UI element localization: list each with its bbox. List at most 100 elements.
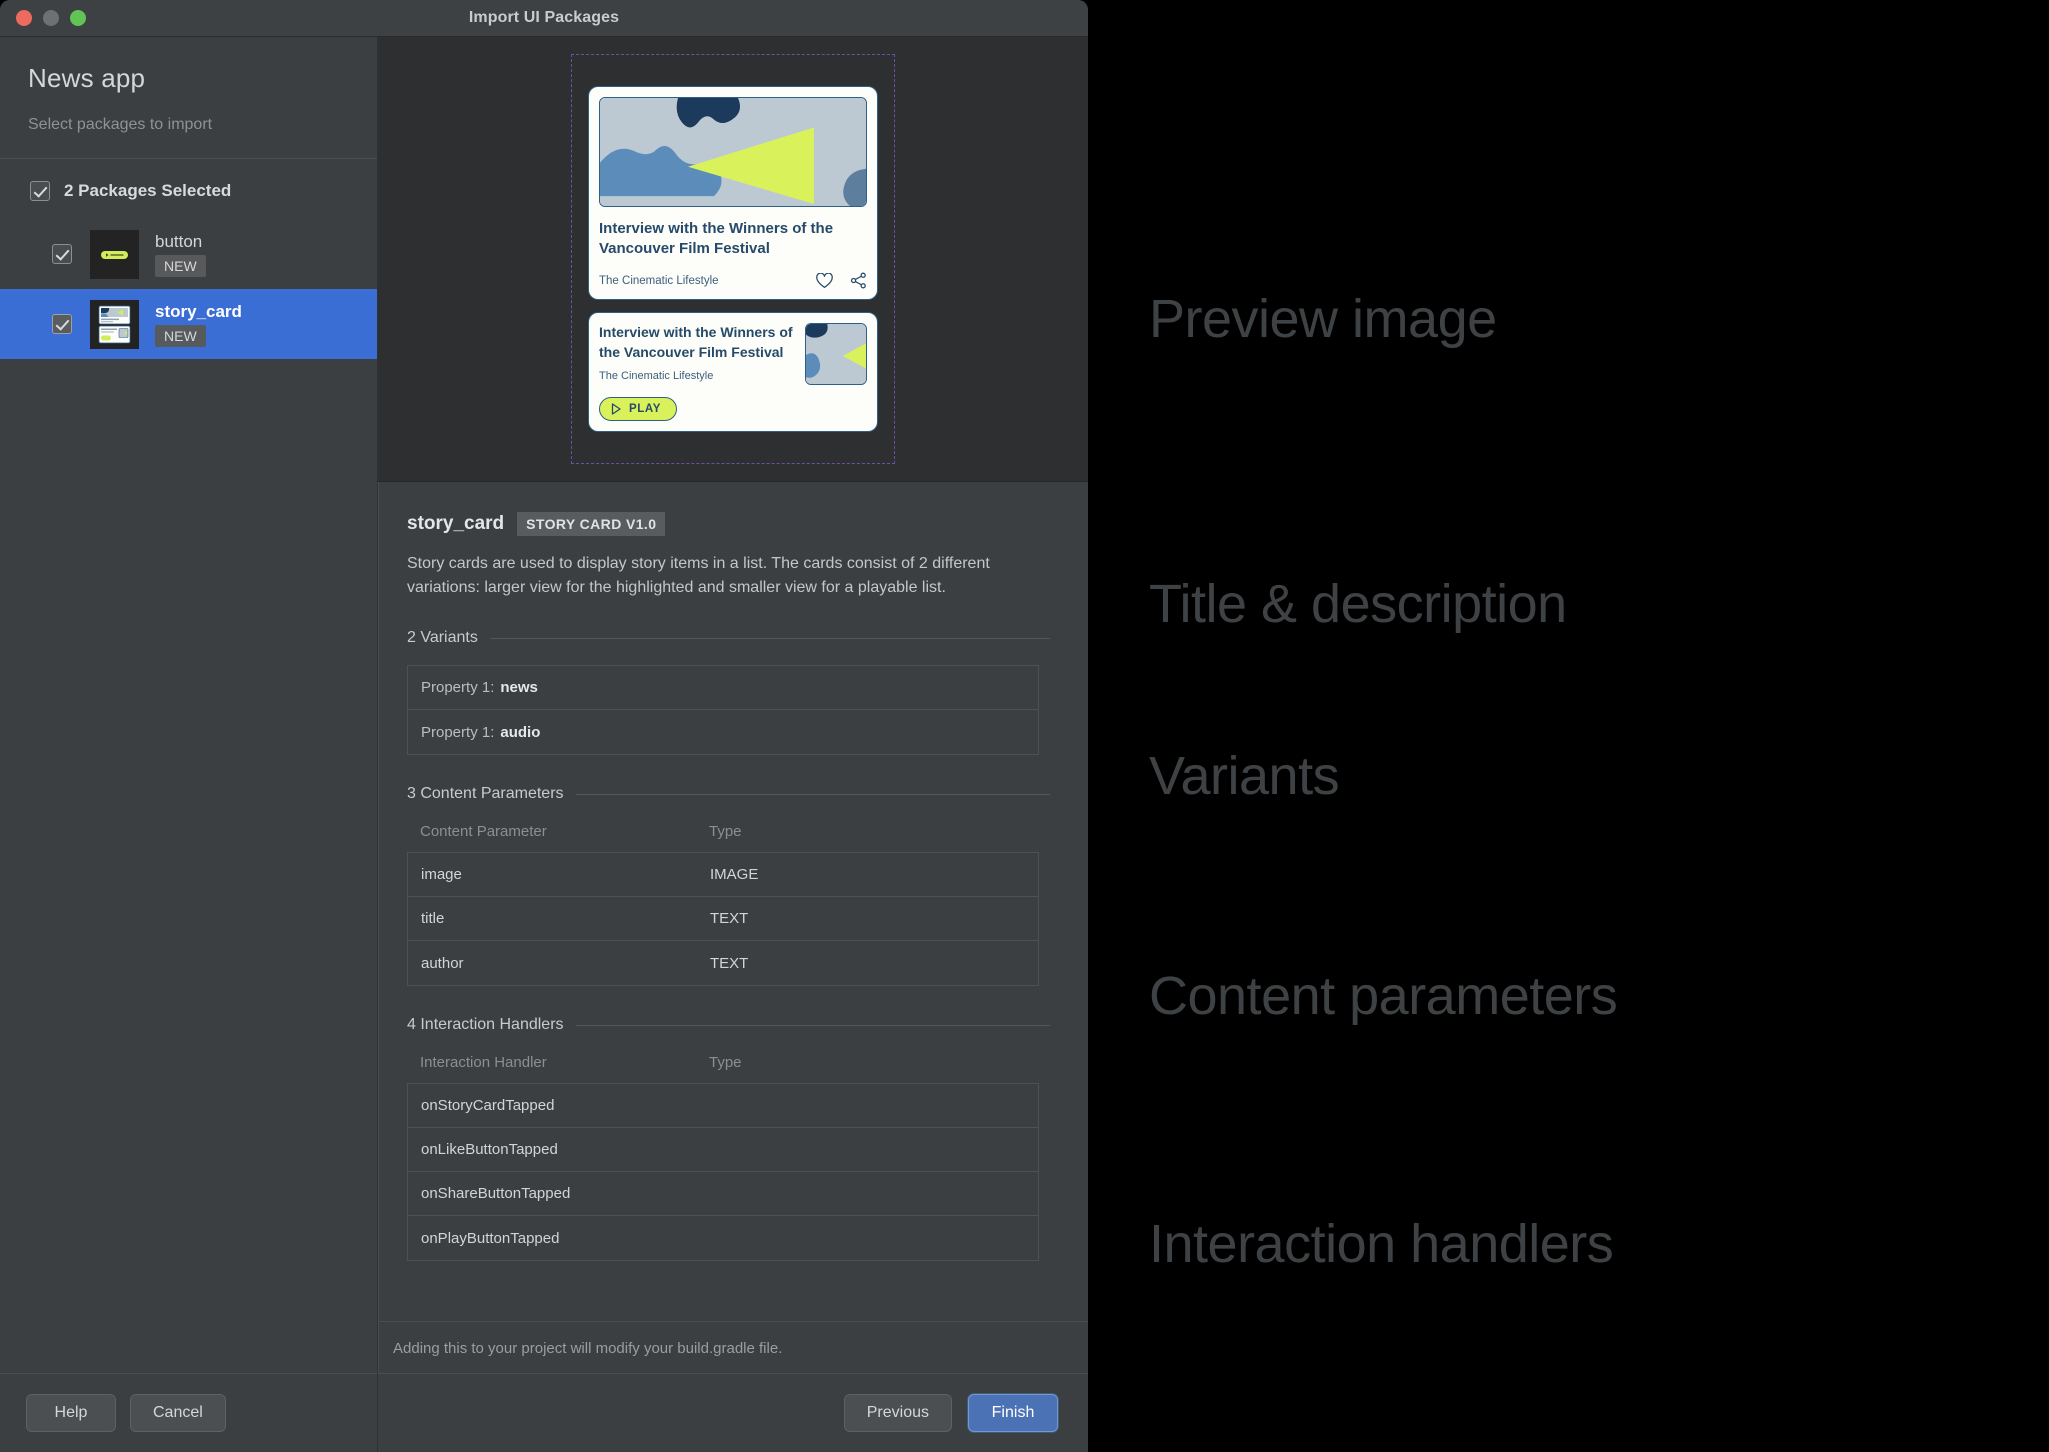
window-body: News app Select packages to import 2 Pac… — [0, 37, 1088, 1452]
details-header: story_card STORY CARD V1.0 — [407, 512, 1050, 536]
interaction-handler-name: onShareButtonTapped — [421, 1185, 571, 1203]
placeholder-landscape-image — [600, 97, 866, 206]
table-row[interactable]: author TEXT — [408, 941, 1038, 985]
variants-rule — [489, 637, 1050, 639]
table-row[interactable]: Property 1: audio — [408, 710, 1038, 754]
preview-card-large-meta: The Cinematic Lifestyle — [599, 272, 867, 289]
content-parameters-heading: 3 Content Parameters — [407, 785, 564, 803]
previous-button[interactable]: Previous — [843, 1394, 952, 1432]
package-name-button: button — [155, 231, 203, 251]
column-header-interaction-handler: Interaction Handler — [420, 1054, 547, 1072]
package-row-story-card[interactable]: story_card NEW — [0, 289, 377, 359]
content-parameter-type: IMAGE — [710, 866, 759, 884]
main-panel: Interview with the Winners of the Vancou… — [378, 37, 1088, 1452]
package-badge-button: NEW — [155, 254, 206, 277]
interaction-handler-name: onStoryCardTapped — [421, 1097, 555, 1115]
sidebar-footer: Help Cancel — [0, 1373, 377, 1452]
finish-button[interactable]: Finish — [968, 1394, 1058, 1432]
gradle-footnote: Adding this to your project will modify … — [379, 1321, 1088, 1373]
table-row[interactable]: Property 1: news — [408, 666, 1038, 711]
share-icon[interactable] — [850, 272, 867, 289]
column-header-type: Type — [709, 823, 742, 841]
interaction-handler-name: onPlayButtonTapped — [421, 1229, 560, 1247]
story-card-thumbnail-icon — [90, 299, 139, 349]
table-row[interactable]: title TEXT — [408, 897, 1038, 942]
preview-card-small-author: The Cinematic Lifestyle — [599, 370, 714, 383]
package-checkbox-story-card[interactable] — [52, 314, 72, 334]
package-checkbox-button[interactable] — [52, 244, 72, 264]
play-icon — [611, 403, 621, 415]
details-version-badge: STORY CARD V1.0 — [517, 512, 666, 536]
annotation-interaction-handlers: Interaction handlers — [1149, 1214, 1614, 1274]
package-badge-story-card: NEW — [155, 324, 206, 347]
column-header-content-parameter: Content Parameter — [420, 823, 547, 841]
package-row-button[interactable]: button NEW — [0, 219, 377, 289]
column-header-type: Type — [709, 1054, 742, 1072]
table-row[interactable]: onStoryCardTapped — [408, 1084, 1038, 1129]
help-button[interactable]: Help — [26, 1394, 116, 1432]
placeholder-square-image — [806, 324, 866, 385]
preview-card-large-image — [599, 96, 867, 207]
content-parameter-name: author — [421, 954, 464, 972]
variant-key: Property 1: — [421, 679, 495, 697]
package-thumbnail-button — [90, 229, 139, 279]
variant-key: Property 1: — [421, 723, 495, 741]
table-row[interactable]: onShareButtonTapped — [408, 1172, 1038, 1217]
table-row[interactable]: onPlayButtonTapped — [408, 1216, 1038, 1260]
content-parameters-section: 3 Content Parameters Content Parameter T… — [407, 785, 1050, 987]
sidebar-subtitle: Select packages to import — [28, 116, 213, 133]
content-parameter-type: TEXT — [710, 954, 749, 972]
content-parameters-table: image IMAGE title TEXT author TEXT — [407, 852, 1039, 987]
app-title: News app — [28, 63, 146, 93]
preview-card-small: Interview with the Winners of the Vancou… — [589, 313, 877, 432]
details-pane: story_card STORY CARD V1.0 Story cards a… — [378, 482, 1088, 1373]
interaction-handlers-section-header: 4 Interaction Handlers — [407, 1016, 1050, 1034]
screenshot-root: Import UI Packages News app Select packa… — [0, 0, 2049, 1452]
content-parameters-column-headers: Content Parameter Type — [407, 823, 1039, 852]
button-thumbnail-icon — [90, 229, 139, 279]
details-description: Story cards are used to display story it… — [407, 555, 990, 596]
packages-selected-header[interactable]: 2 Packages Selected — [0, 159, 377, 219]
variants-table: Property 1: news Property 1: audio — [407, 665, 1039, 756]
preview-pane: Interview with the Winners of the Vancou… — [378, 37, 1088, 482]
interaction-handlers-heading: 4 Interaction Handlers — [407, 1016, 564, 1034]
interaction-handlers-section: 4 Interaction Handlers Interaction Handl… — [407, 1016, 1050, 1262]
preview-card-small-text: Interview with the Winners of the Vancou… — [599, 323, 795, 385]
annotation-content-parameters: Content parameters — [1149, 966, 1618, 1026]
annotation-variants: Variants — [1149, 746, 1340, 806]
preview-card-large: Interview with the Winners of the Vancou… — [589, 86, 877, 300]
preview-card-large-author: The Cinematic Lifestyle — [599, 274, 719, 287]
variant-cell: Property 1: audio — [408, 724, 710, 741]
package-thumbnail-story-card — [90, 299, 139, 349]
content-parameter-name: image — [421, 866, 462, 884]
play-button[interactable]: PLAY — [599, 397, 678, 422]
variant-cell: Property 1: news — [408, 679, 710, 696]
package-meta-button: button NEW — [155, 232, 206, 277]
annotation-title-description: Title & description — [1149, 574, 1567, 634]
interaction-handlers-table: onStoryCardTapped onLikeButtonTapped onS… — [407, 1083, 1039, 1262]
import-ui-packages-window: Import UI Packages News app Select packa… — [0, 0, 1088, 1452]
interaction-handlers-rule — [575, 1024, 1050, 1026]
interaction-handler-name: onLikeButtonTapped — [421, 1141, 558, 1159]
annotation-preview-image: Preview image — [1149, 289, 1497, 349]
window-title: Import UI Packages — [468, 9, 620, 26]
play-button-label: PLAY — [629, 403, 662, 416]
packages-selected-label: 2 Packages Selected — [64, 181, 232, 200]
sidebar-header: News app Select packages to import — [0, 37, 377, 158]
heart-icon[interactable] — [816, 272, 833, 289]
package-name-story-card: story_card — [155, 301, 242, 321]
preview-card-small-image — [805, 323, 867, 386]
content-parameters-section-header: 3 Content Parameters — [407, 785, 1050, 803]
cancel-button[interactable]: Cancel — [130, 1394, 226, 1432]
content-parameters-rule — [575, 793, 1050, 795]
main-footer: Previous Finish — [378, 1373, 1088, 1452]
variants-section: 2 Variants Property 1: news Property 1: … — [407, 629, 1050, 756]
interaction-handlers-column-headers: Interaction Handler Type — [407, 1054, 1039, 1083]
table-row[interactable]: image IMAGE — [408, 853, 1038, 898]
preview-card-small-title: Interview with the Winners of the Vancou… — [599, 324, 793, 360]
select-all-checkbox[interactable] — [30, 181, 50, 201]
preview-frame: Interview with the Winners of the Vancou… — [571, 54, 895, 464]
table-row[interactable]: onLikeButtonTapped — [408, 1128, 1038, 1173]
preview-card-large-title: Interview with the Winners of the Vancou… — [599, 219, 834, 257]
